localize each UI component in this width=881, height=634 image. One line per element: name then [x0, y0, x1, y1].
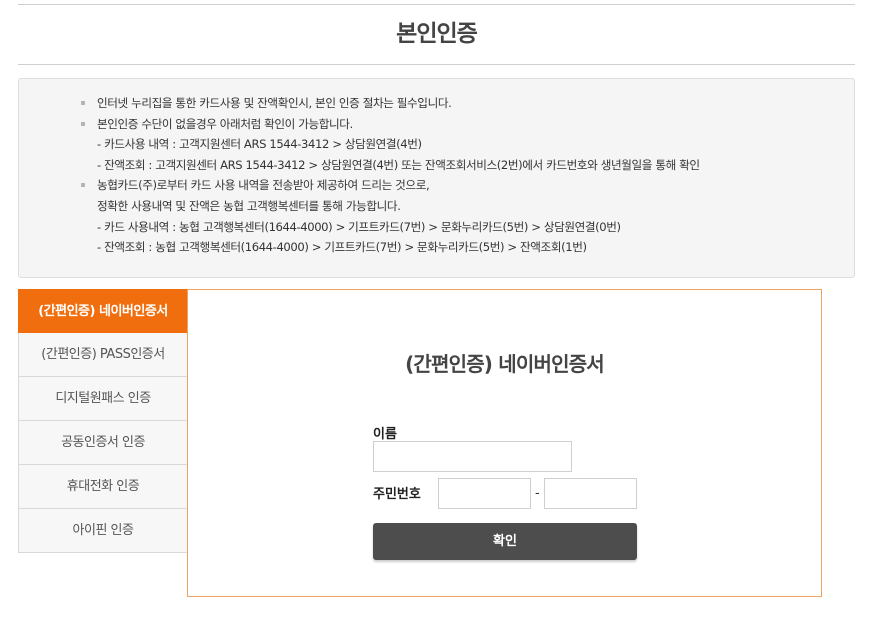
notice-line-text: - 잔액조회 : 고객지원센터 ARS 1544-3412 > 상담원연결(4번… — [97, 157, 700, 172]
notice-line: 인터넷 누리집을 통한 카드사용 및 잔액확인시, 본인 인증 절차는 필수입니… — [81, 93, 854, 114]
resident-number-label: 주민번호 — [373, 487, 421, 502]
resident-number-second-input[interactable] — [544, 478, 637, 509]
notice-line-text: - 카드사용 내역 : 고객지원센터 ARS 1544-3412 > 상담원연결… — [97, 137, 422, 152]
tab-digital-onepass[interactable]: 디지털원패스 인증 — [18, 377, 188, 421]
notice-line: - 잔액조회 : 고객지원센터 ARS 1544-3412 > 상담원연결(4번… — [97, 155, 854, 176]
name-input[interactable] — [373, 441, 572, 472]
notice-list: 인터넷 누리집을 통한 카드사용 및 잔액확인시, 본인 인증 절차는 필수입니… — [19, 79, 854, 258]
resident-number-separator: - — [535, 486, 540, 501]
auth-method-tabs: (간편인증) 네이버인증서 (간편인증) PASS인증서 디지털원패스 인증 공… — [18, 289, 188, 553]
notice-line-text: - 카드 사용내역 : 농협 고객행복센터(1644-4000) > 기프트카드… — [97, 219, 621, 234]
square-bullet-icon — [81, 183, 85, 188]
notice-line: - 카드사용 내역 : 고객지원센터 ARS 1544-3412 > 상담원연결… — [97, 134, 854, 155]
title-divider — [18, 64, 855, 65]
notice-line: 본인인증 수단이 없을경우 아래처럼 확인이 가능합니다. — [81, 114, 854, 135]
notice-line: - 카드 사용내역 : 농협 고객행복센터(1644-4000) > 기프트카드… — [97, 217, 854, 238]
page-title: 본인인증 — [396, 21, 478, 47]
notice-line-text: 농협카드(주)로부터 카드 사용 내역을 전송받아 제공하여 드리는 것으로, — [97, 178, 430, 193]
auth-form-panel: (간편인증) 네이버인증서 이름 주민번호 - 확인 — [187, 289, 822, 597]
square-bullet-icon — [81, 121, 85, 126]
notice-line-text: 정확한 사용내역 및 잔액은 농협 고객행복센터를 통해 가능합니다. — [97, 198, 401, 213]
notice-line: - 잔액조회 : 농협 고객행복센터(1644-4000) > 기프트카드(7번… — [97, 237, 854, 258]
confirm-button[interactable]: 확인 — [373, 523, 637, 560]
tab-pass-certificate[interactable]: (간편인증) PASS인증서 — [18, 333, 188, 377]
form-title: (간편인증) 네이버인증서 — [405, 352, 605, 376]
notice-line-text: 인터넷 누리집을 통한 카드사용 및 잔액확인시, 본인 인증 절차는 필수입니… — [97, 96, 452, 110]
notice-line: 농협카드(주)로부터 카드 사용 내역을 전송받아 제공하여 드리는 것으로, — [81, 175, 854, 196]
notice-box: 인터넷 누리집을 통한 카드사용 및 잔액확인시, 본인 인증 절차는 필수입니… — [18, 78, 855, 278]
tab-mobile-phone[interactable]: 휴대전화 인증 — [18, 465, 188, 509]
notice-line: 정확한 사용내역 및 잔액은 농협 고객행복센터를 통해 가능합니다. — [97, 196, 854, 217]
name-label: 이름 — [373, 427, 397, 442]
resident-number-first-input[interactable] — [438, 478, 531, 509]
tab-joint-certificate[interactable]: 공동인증서 인증 — [18, 421, 188, 465]
notice-line-text: - 잔액조회 : 농협 고객행복센터(1644-4000) > 기프트카드(7번… — [97, 240, 587, 255]
notice-line-text: 본인인증 수단이 없을경우 아래처럼 확인이 가능합니다. — [97, 116, 353, 131]
tab-ipin[interactable]: 아이핀 인증 — [18, 509, 188, 553]
top-divider — [18, 4, 855, 5]
square-bullet-icon — [81, 101, 85, 105]
tab-naver-certificate[interactable]: (간편인증) 네이버인증서 — [18, 289, 188, 333]
